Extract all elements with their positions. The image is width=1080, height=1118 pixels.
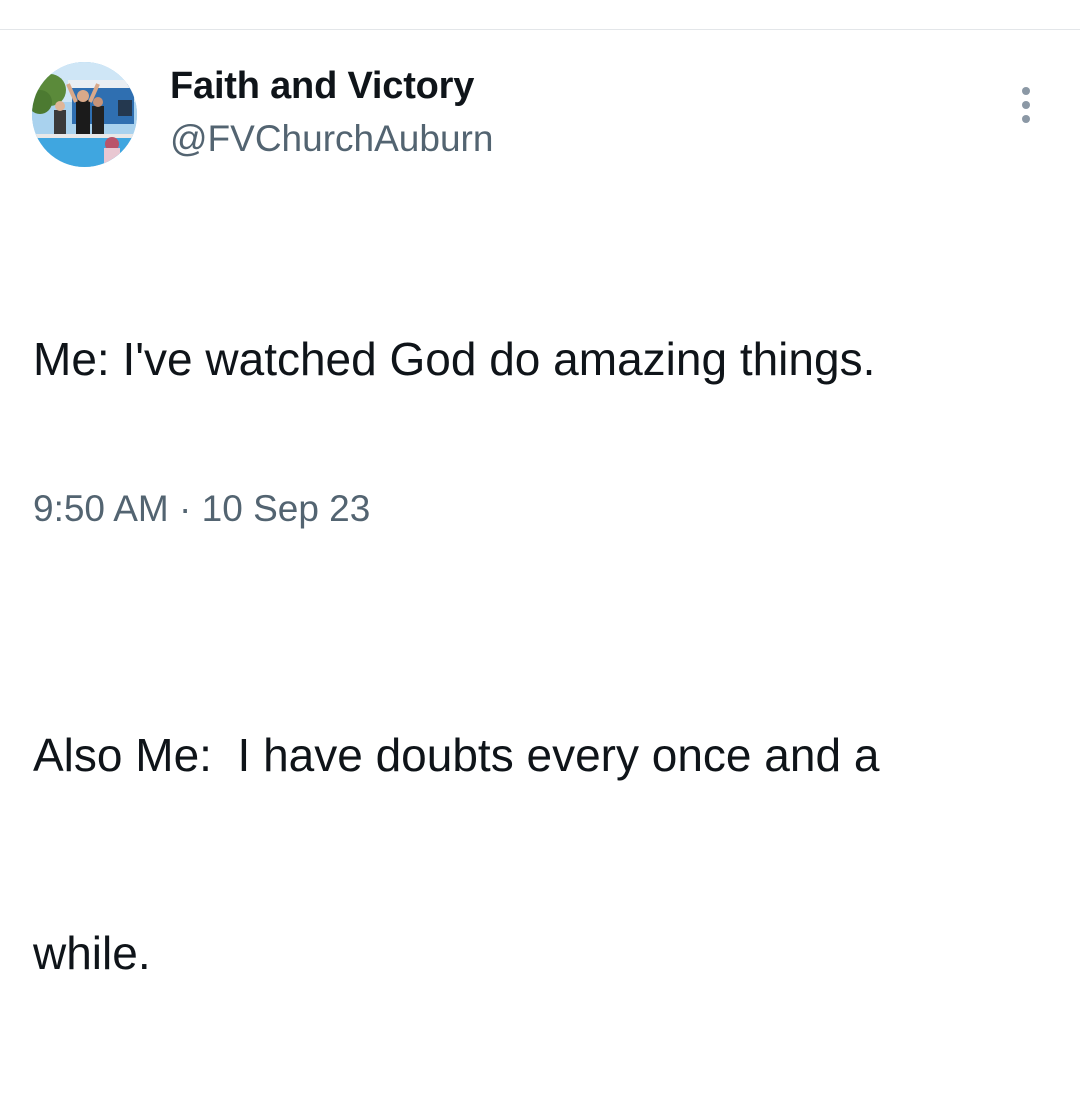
dot [1022, 87, 1030, 95]
handle[interactable]: @FVChurchAuburn [170, 118, 493, 160]
more-options-button[interactable] [1008, 80, 1044, 130]
display-name[interactable]: Faith and Victory [170, 65, 474, 108]
timestamp[interactable]: 9:50 AM · 10 Sep 23 [33, 488, 370, 530]
tweet-text-line: while. [33, 927, 151, 979]
avatar[interactable] [32, 62, 137, 167]
dot [1022, 115, 1030, 123]
tweet-text: Me: I've watched God do amazing things. … [33, 194, 1023, 1118]
tweet[interactable]: Faith and Victory @FVChurchAuburn Me: I'… [0, 30, 1080, 979]
dot [1022, 101, 1030, 109]
profile-photo-icon [32, 62, 137, 167]
tweet-text-line: Me: I've watched God do amazing things. [33, 333, 876, 385]
tweet-text-line [33, 524, 1023, 590]
tweet-text-line: Also Me: I have doubts every once and a [33, 729, 880, 781]
